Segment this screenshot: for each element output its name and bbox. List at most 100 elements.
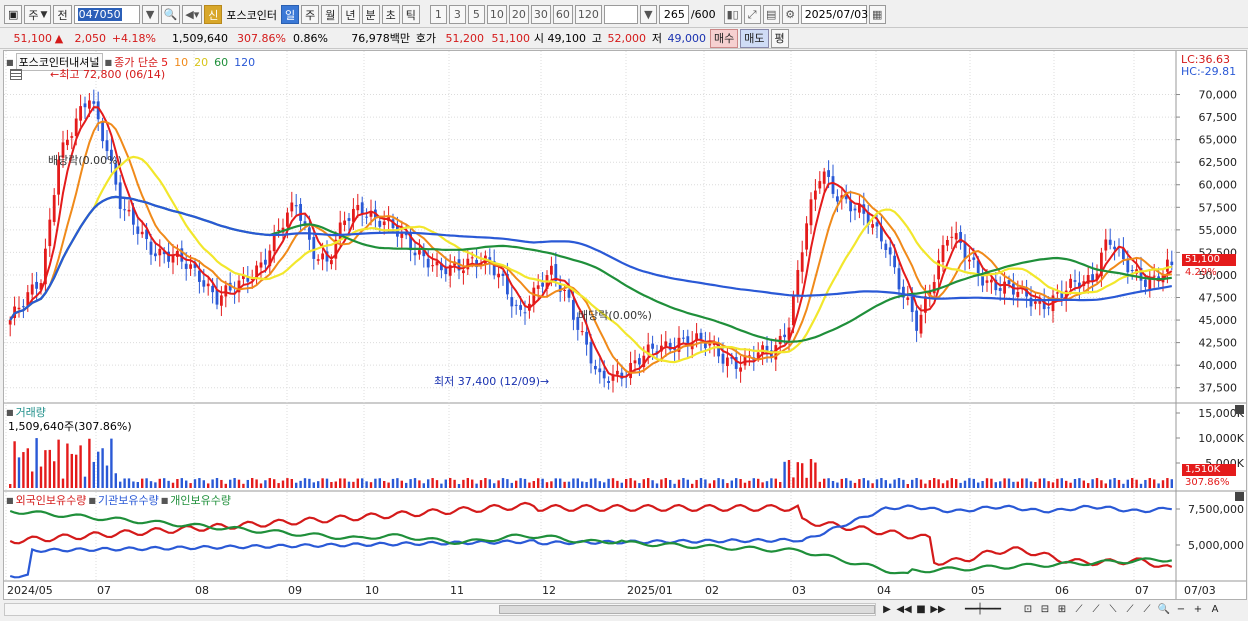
volume-bar	[308, 478, 311, 488]
candle-body	[726, 357, 729, 367]
tab-tick[interactable]: 틱	[401, 5, 420, 24]
candle-body	[140, 231, 144, 235]
interval-dropdown-icon[interactable]: ▼	[639, 5, 657, 24]
volume-bar	[114, 473, 117, 488]
candle-body	[8, 320, 12, 325]
draw-line-icon-2[interactable]: ⟋	[1089, 602, 1103, 616]
window-icon[interactable]: ▣	[4, 5, 23, 24]
volume-bar	[911, 479, 914, 488]
volume-bar	[506, 479, 509, 488]
zoom-icon[interactable]: 🔍	[1157, 602, 1171, 616]
draw-line-icon-3[interactable]: ⟍	[1106, 602, 1120, 616]
volume-bar	[22, 452, 25, 488]
sell-button[interactable]: 매도	[740, 28, 769, 48]
eval-button[interactable]: 평	[770, 28, 789, 48]
draw-tool-icon[interactable]: ⤢	[743, 5, 761, 24]
count-input[interactable]: 265	[658, 5, 689, 24]
tab-month[interactable]: 월	[321, 5, 340, 24]
volume-bar	[801, 463, 804, 488]
volume-bar	[708, 483, 711, 488]
candle-body	[211, 285, 214, 293]
type-button[interactable]: 전	[53, 5, 72, 24]
custom-interval-input[interactable]	[603, 5, 638, 24]
volume-value: 1,509,640주(307.86%)	[8, 420, 132, 433]
interval-30[interactable]: 30	[530, 5, 551, 24]
interval-120[interactable]: 120	[574, 5, 602, 24]
candle-body	[638, 358, 641, 365]
candle-icon[interactable]: ▮▯	[723, 5, 742, 24]
volume-bar	[1157, 483, 1160, 488]
interval-5[interactable]: 5	[467, 5, 485, 24]
tab-day[interactable]: 일	[281, 5, 300, 24]
scroll-thumb[interactable]	[499, 605, 875, 614]
draw-line-icon-4[interactable]: ⟋	[1123, 602, 1137, 616]
interval-3[interactable]: 3	[448, 5, 466, 24]
tab-year[interactable]: 년	[341, 5, 360, 24]
volume-bar	[101, 448, 104, 488]
settings-icon[interactable]: ⚙	[781, 5, 799, 24]
quote-label: 호가	[415, 32, 436, 45]
candle-body	[814, 190, 817, 200]
code-input[interactable]: 047050	[73, 5, 140, 24]
candle-body	[954, 233, 958, 240]
zoom-slider-icon[interactable]: ━━┿━━━	[948, 602, 1018, 616]
search-icon[interactable]: 🔍	[160, 5, 181, 24]
calendar-icon[interactable]: ▦	[868, 5, 886, 24]
volume-bar	[1007, 478, 1011, 488]
tab-second[interactable]: 초	[381, 5, 400, 24]
date-input[interactable]: 2025/07/03	[800, 5, 868, 24]
zoom-in-icon[interactable]: +	[1191, 602, 1205, 616]
legend-table-icon[interactable]	[10, 69, 22, 80]
price-tick-label: 55,000	[1199, 224, 1238, 237]
panel-close-icon-holding[interactable]	[1235, 492, 1244, 501]
volume-bar	[660, 479, 663, 488]
buy-button[interactable]: 매수	[710, 28, 739, 48]
candle-body	[990, 279, 993, 283]
forward-icon[interactable]: ▶▶	[930, 602, 945, 616]
interval-20[interactable]: 20	[508, 5, 529, 24]
price-menu-icon[interactable]: ■	[6, 58, 14, 67]
holding-menu-icon-1[interactable]: ■	[6, 496, 14, 505]
draw-line-icon-1[interactable]: ⟋	[1072, 602, 1086, 616]
interval-1[interactable]: 1	[429, 5, 447, 24]
holding-menu-icon-3[interactable]: ■	[161, 496, 169, 505]
tab-minute[interactable]: 분	[361, 5, 380, 24]
rewind-icon[interactable]: ◀◀	[896, 602, 911, 616]
volume-bar	[867, 480, 870, 488]
layout-icon-1[interactable]: ⊡	[1021, 602, 1035, 616]
market-select[interactable]: 주 ▼	[24, 5, 52, 24]
interval-60[interactable]: 60	[552, 5, 573, 24]
volume-bar	[664, 478, 667, 488]
interval-10[interactable]: 10	[486, 5, 507, 24]
holding-menu-icon-2[interactable]: ■	[88, 496, 96, 505]
scrollbar[interactable]	[4, 603, 876, 616]
draw-line-icon-5[interactable]: ⟋	[1140, 602, 1154, 616]
text-tool-icon[interactable]: A	[1208, 602, 1222, 616]
volume-bar	[57, 439, 60, 488]
candle-body	[83, 103, 87, 108]
volume-bar	[44, 450, 47, 488]
price-tick-label: 70,000	[1199, 89, 1238, 102]
save-icon[interactable]: ▤	[762, 5, 780, 24]
candle-body	[946, 239, 949, 246]
speaker-icon[interactable]: ◀▾	[182, 5, 203, 24]
tab-week[interactable]: 주	[301, 5, 320, 24]
panel-close-icon-volume[interactable]	[1235, 405, 1244, 414]
layout-icon-3[interactable]: ⊞	[1055, 602, 1069, 616]
candle-body	[514, 304, 518, 306]
volume-menu-icon[interactable]: ■	[6, 408, 14, 417]
code-dropdown-icon[interactable]: ▼	[141, 5, 159, 24]
play-icon[interactable]: ▶	[880, 602, 894, 616]
volume-bar	[523, 478, 527, 488]
stop-icon[interactable]: ■	[914, 602, 928, 616]
volume-bar	[273, 479, 276, 488]
candle-body	[897, 268, 901, 290]
zoom-out-icon[interactable]: −	[1174, 602, 1188, 616]
volume-bar	[66, 443, 69, 488]
volume-bar	[629, 478, 632, 488]
candle-body	[985, 280, 989, 283]
price-tick-label: 57,500	[1199, 201, 1238, 214]
chart-area[interactable]: 70,000 67,500 65,000 62,500 60,000 57,500 55,0…	[3, 50, 1247, 600]
layout-icon-2[interactable]: ⊟	[1038, 602, 1052, 616]
volume-bar	[488, 479, 491, 488]
